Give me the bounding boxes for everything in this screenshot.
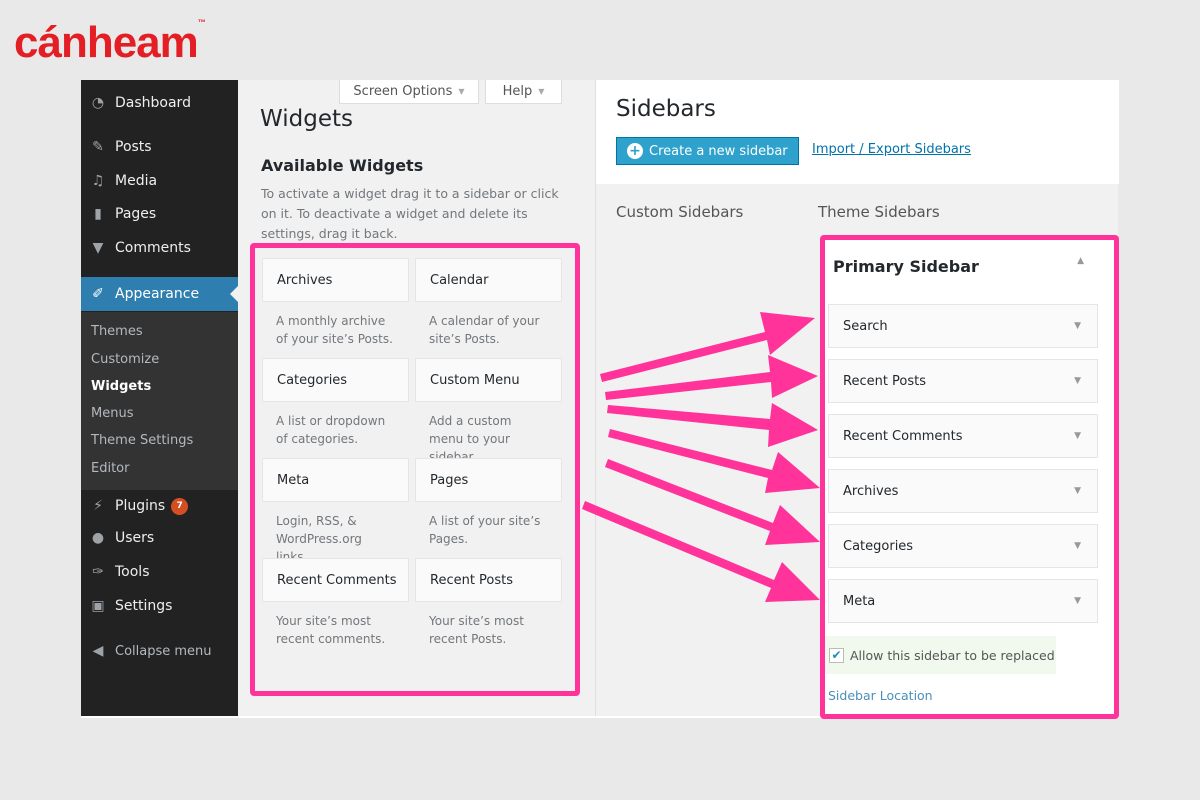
drag-arrows (582, 312, 820, 602)
arrow-to-recent-posts (605, 355, 818, 400)
